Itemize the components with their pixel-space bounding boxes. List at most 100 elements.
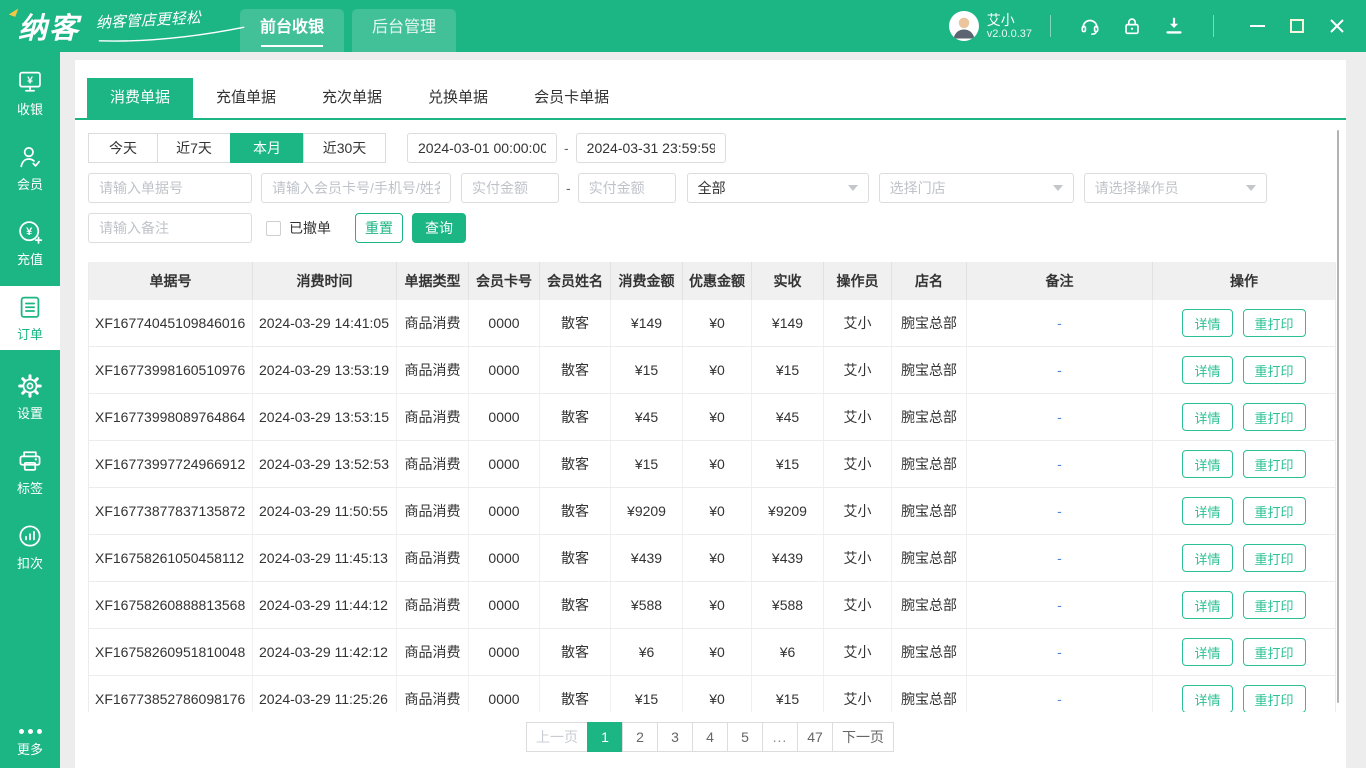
sidebar-item-cashier[interactable]: ¥ 收银 [0,65,60,121]
reprint-button[interactable]: 重打印 [1242,309,1306,337]
order-no-input[interactable] [88,173,252,203]
quick-range-2[interactable]: 本月 [230,133,304,163]
cell-discount: ¥0 [683,535,752,581]
cell-discount: ¥0 [683,441,752,487]
cell-type: 商品消费 [397,629,469,675]
reprint-button[interactable]: 重打印 [1242,356,1306,384]
table-row: XF16758260951810048 2024-03-29 11:42:12 商品… [89,629,1335,676]
pagination-page-47[interactable]: 47 [797,722,833,752]
search-button[interactable]: 查询 [412,213,466,243]
cell-discount: ¥0 [683,676,752,712]
table-scrollbar[interactable] [1337,130,1339,703]
maximize-button[interactable] [1282,11,1312,41]
reprint-button[interactable]: 重打印 [1242,591,1306,619]
reprint-button[interactable]: 重打印 [1242,403,1306,431]
avatar[interactable] [948,11,979,41]
sidebar-item-recharge[interactable]: ¥ 充值 [0,215,60,271]
cell-name: 散客 [540,441,611,487]
pagination-prev[interactable]: 上一页 [526,722,588,752]
cell-card: 0000 [469,300,540,346]
pagination-next[interactable]: 下一页 [832,722,894,752]
date-from-input[interactable] [407,133,557,163]
pagination-page-4[interactable]: 4 [692,722,728,752]
tab-document-0[interactable]: 消费单据 [87,78,194,118]
store-select[interactable]: 选择门店 [878,173,1074,203]
app-slogan: 纳客管店更轻松 [95,4,246,44]
topbar-right: 艾小 v2.0.0.37 [948,0,1352,52]
member-search-input[interactable] [261,173,451,203]
sidebar-item-deduct[interactable]: 扣次 [0,519,60,575]
cell-operator: 艾小 [824,300,892,346]
pagination-page-1[interactable]: 1 [587,722,623,752]
cancelled-checkbox-wrap[interactable]: 已撤单 [266,218,331,238]
reprint-button[interactable]: 重打印 [1242,685,1306,712]
detail-button[interactable]: 详情 [1182,309,1233,337]
tab-document-3[interactable]: 兑换单据 [405,78,511,118]
cell-discount: ¥0 [683,629,752,675]
deduct-count-icon [19,525,41,547]
close-button[interactable] [1322,11,1352,41]
reprint-button[interactable]: 重打印 [1242,544,1306,572]
cell-store: 腕宝总部 [892,629,967,675]
cell-no: XF16773852786098176 [89,676,253,712]
reset-button[interactable]: 重置 [355,213,403,243]
cell-store: 腕宝总部 [892,676,967,712]
cell-card: 0000 [469,488,540,534]
cell-paid: ¥439 [752,535,824,581]
operator-select[interactable]: 请选择操作员 [1083,173,1267,203]
type-select[interactable]: 全部 [686,173,869,203]
sidebar-item-label: 订单 [16,327,43,342]
quick-range-group: 今天 近7天 本月 近30天 [88,133,386,163]
cancelled-checkbox[interactable] [266,220,281,236]
detail-button[interactable]: 详情 [1182,544,1233,572]
quick-range-1[interactable]: 近7天 [157,133,231,163]
cell-paid: ¥149 [752,300,824,346]
detail-button[interactable]: 详情 [1182,685,1233,712]
minimize-button[interactable] [1242,11,1272,41]
user-info[interactable]: 艾小 v2.0.0.37 [987,12,1032,41]
remark-input[interactable] [88,213,252,243]
detail-button[interactable]: 详情 [1182,356,1233,384]
pagination-page-5[interactable]: 5 [727,722,763,752]
download-icon[interactable] [1163,15,1185,37]
filter-row-remark: 已撤单 重置 查询 [88,213,1346,243]
cell-paid: ¥45 [752,394,824,440]
amount-max-input[interactable] [577,173,676,203]
date-to-input[interactable] [575,133,726,163]
reprint-button[interactable]: 重打印 [1242,638,1306,666]
pagination-page-2[interactable]: 2 [622,722,658,752]
tab-document-2[interactable]: 充次单据 [299,78,405,118]
pagination-ellipsis[interactable]: ... [762,722,798,752]
label-printer-icon [19,451,41,471]
detail-button[interactable]: 详情 [1182,403,1233,431]
cell-discount: ¥0 [683,347,752,393]
reprint-button[interactable]: 重打印 [1242,450,1306,478]
pagination-page-3[interactable]: 3 [657,722,693,752]
cashier-icon: ¥ [19,71,41,92]
amount-min-input[interactable] [461,173,559,203]
detail-button[interactable]: 详情 [1182,591,1233,619]
tab-document-4[interactable]: 会员卡单据 [511,78,632,118]
detail-button[interactable]: 详情 [1182,638,1233,666]
detail-button[interactable]: 详情 [1182,450,1233,478]
detail-button[interactable]: 详情 [1182,497,1233,525]
tab-document-1[interactable]: 充值单据 [193,78,299,118]
nav-tab-back-office-admin[interactable]: 后台管理 [352,9,457,52]
quick-range-0[interactable]: 今天 [88,133,158,163]
sidebar-item-label[interactable]: 标签 [0,444,60,500]
sidebar-item-label: 充值 [16,252,43,267]
pagination: 上一页 1 2 3 4 5... 47 下一页 [75,722,1346,752]
lock-icon[interactable] [1121,15,1143,37]
cell-amount: ¥15 [611,441,683,487]
quick-range-3[interactable]: 近30天 [303,133,386,163]
cell-name: 散客 [540,582,611,628]
nav-tab-front-desk-cashier[interactable]: 前台收银 [240,9,345,52]
cell-type: 商品消费 [397,347,469,393]
reprint-button[interactable]: 重打印 [1242,497,1306,525]
cell-actions: 详情 重打印 [1153,676,1335,712]
sidebar-item-orders[interactable]: 订单 [0,286,60,350]
customer-service-icon[interactable] [1079,15,1101,37]
sidebar-item-more[interactable]: 更多 [0,729,60,758]
sidebar-item-settings[interactable]: 设置 [0,369,60,425]
sidebar-item-member[interactable]: 会员 [0,140,60,196]
